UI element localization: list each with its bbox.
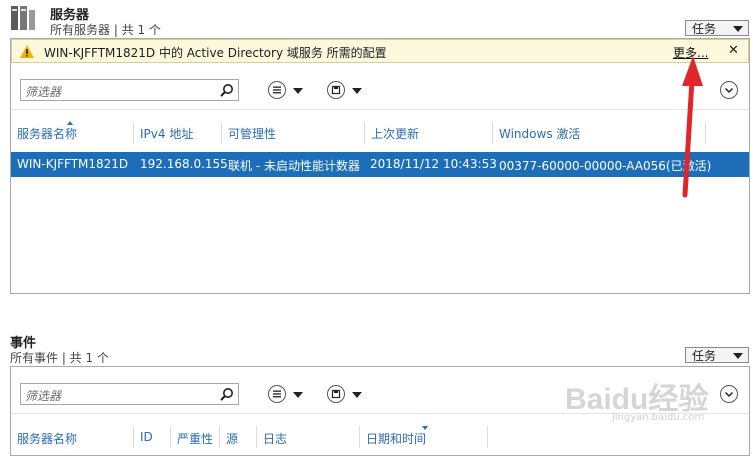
tasks-label: 任务 xyxy=(692,349,717,363)
events-filter-input[interactable]: 筛选器 xyxy=(20,383,239,405)
column-divider xyxy=(492,122,493,144)
column-divider xyxy=(133,426,134,448)
sort-indicator-icon xyxy=(422,426,428,430)
search-icon[interactable] xyxy=(220,83,234,100)
cell-manageability: 联机 - 未启动性能计数器 xyxy=(228,159,360,173)
expand-collapse-button[interactable] xyxy=(720,81,738,99)
chevron-down-icon[interactable] xyxy=(352,392,362,398)
column-header-date-time[interactable]: 日期和时间 xyxy=(366,430,426,447)
column-divider xyxy=(487,426,488,448)
tasks-label: 任务 xyxy=(692,22,717,36)
cell-server-name: WIN-KJFFTM1821D xyxy=(17,157,129,171)
events-tasks-button[interactable]: 任务 xyxy=(685,347,749,363)
filter-placeholder: 筛选器 xyxy=(25,389,62,403)
chevron-down-icon xyxy=(733,26,743,32)
toolbar-divider xyxy=(11,109,749,110)
chevron-down-icon[interactable] xyxy=(293,392,303,398)
column-divider xyxy=(359,426,360,448)
column-divider xyxy=(256,426,257,448)
cell-ipv4: 192.168.0.155 xyxy=(140,157,228,171)
servers-tasks-button[interactable]: 任务 xyxy=(685,20,749,36)
notification-bar: WIN-KJFFTM1821D 中的 Active Directory 域服务 … xyxy=(11,39,749,63)
filter-placeholder: 筛选器 xyxy=(25,85,62,99)
save-icon xyxy=(331,85,341,95)
list-icon xyxy=(273,86,281,94)
column-header-log[interactable]: 日志 xyxy=(263,430,287,447)
servers-icon xyxy=(10,4,36,32)
save-query-button[interactable] xyxy=(327,81,345,99)
column-header-windows-activation[interactable]: Windows 激活 xyxy=(499,125,580,142)
save-query-button[interactable] xyxy=(327,385,345,403)
column-divider xyxy=(221,122,222,144)
column-header-ipv4[interactable]: IPv4 地址 xyxy=(140,125,193,142)
cell-last-update: 2018/11/12 10:43:53 xyxy=(370,157,497,171)
notification-message: WIN-KJFFTM1821D 中的 Active Directory 域服务 … xyxy=(44,46,387,60)
column-header-source[interactable]: 源 xyxy=(226,430,238,447)
sort-indicator-icon xyxy=(67,121,73,125)
search-icon[interactable] xyxy=(220,387,234,404)
chevron-down-icon[interactable] xyxy=(352,88,362,94)
expand-collapse-button[interactable] xyxy=(720,385,738,403)
annotation-arrow xyxy=(682,56,703,198)
list-view-button[interactable] xyxy=(268,385,286,403)
column-header-id[interactable]: ID xyxy=(140,430,153,444)
table-row[interactable]: WIN-KJFFTM1821D 192.168.0.155 联机 - 未启动性能… xyxy=(11,152,749,177)
column-header-last-update[interactable]: 上次更新 xyxy=(371,125,419,142)
column-divider xyxy=(219,426,220,448)
column-header-severity[interactable]: 严重性 xyxy=(177,430,213,447)
servers-filter-input[interactable]: 筛选器 xyxy=(20,79,239,101)
chevron-down-icon xyxy=(724,87,734,94)
column-divider xyxy=(170,426,171,448)
chevron-down-icon[interactable] xyxy=(293,88,303,94)
column-divider xyxy=(364,122,365,144)
column-header-manageability[interactable]: 可管理性 xyxy=(228,125,276,142)
column-header-server-name[interactable]: 服务器名称 xyxy=(17,430,77,447)
close-icon[interactable]: ✕ xyxy=(728,43,739,58)
warning-icon xyxy=(20,45,34,61)
list-icon xyxy=(273,390,281,398)
servers-subtitle: 所有服务器 | 共 1 个 xyxy=(50,23,161,37)
events-subtitle: 所有事件 | 共 1 个 xyxy=(10,351,109,365)
list-view-button[interactable] xyxy=(268,81,286,99)
column-divider xyxy=(133,122,134,144)
column-header-server-name[interactable]: 服务器名称 xyxy=(17,125,77,142)
watermark-url: jingyan.baidu.com xyxy=(612,412,705,423)
chevron-down-icon xyxy=(724,391,734,398)
save-icon xyxy=(331,389,341,399)
chevron-down-icon xyxy=(733,353,743,359)
